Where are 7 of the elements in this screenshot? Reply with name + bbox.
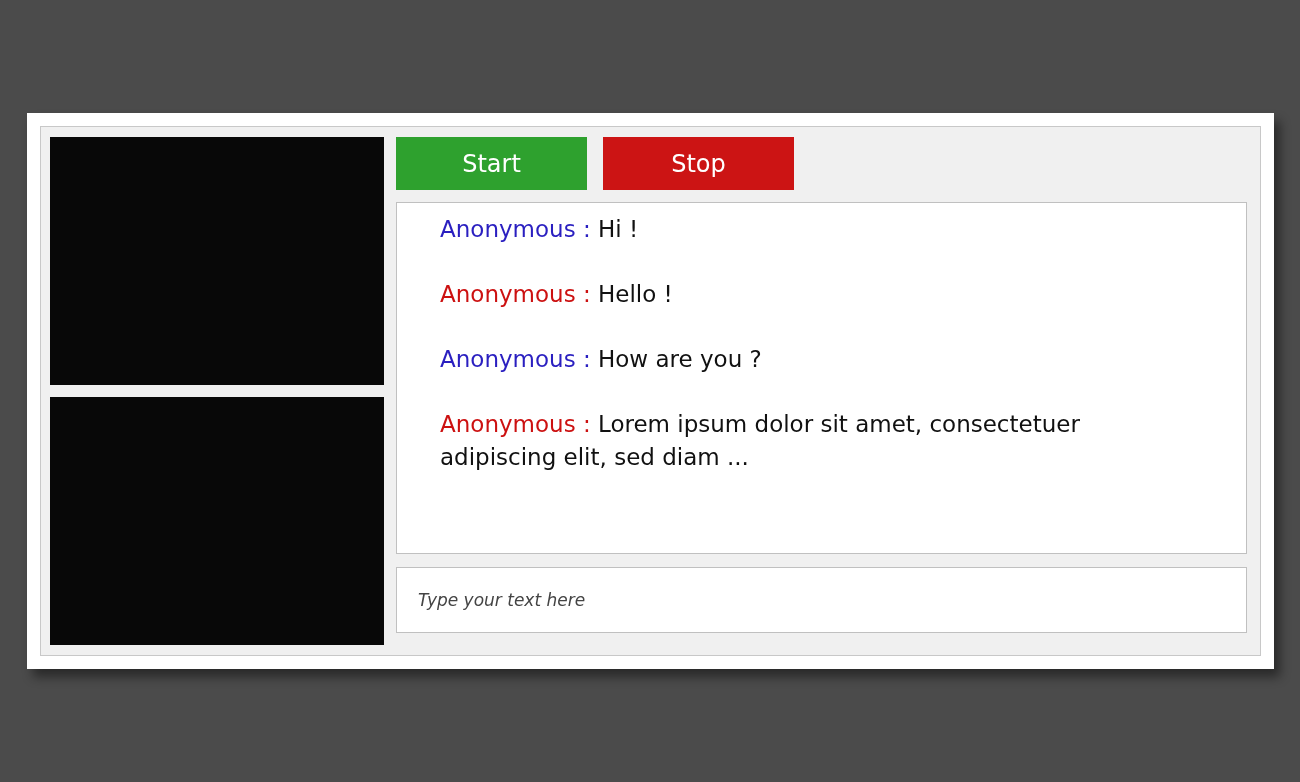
- chat-message: Anonymous : Lorem ipsum dolor sit amet, consectetuer adipiscing elit, sed diam ...: [440, 410, 1081, 472]
- chat-message: Anonymous : Hello !: [440, 280, 674, 309]
- start-button[interactable]: Start: [396, 137, 587, 190]
- chat-message: Anonymous : Hi !: [440, 215, 640, 244]
- chat-message: Anonymous : How are you ?: [440, 345, 763, 374]
- message-input[interactable]: Type your text here: [396, 567, 1247, 633]
- stop-button[interactable]: Stop: [603, 137, 794, 190]
